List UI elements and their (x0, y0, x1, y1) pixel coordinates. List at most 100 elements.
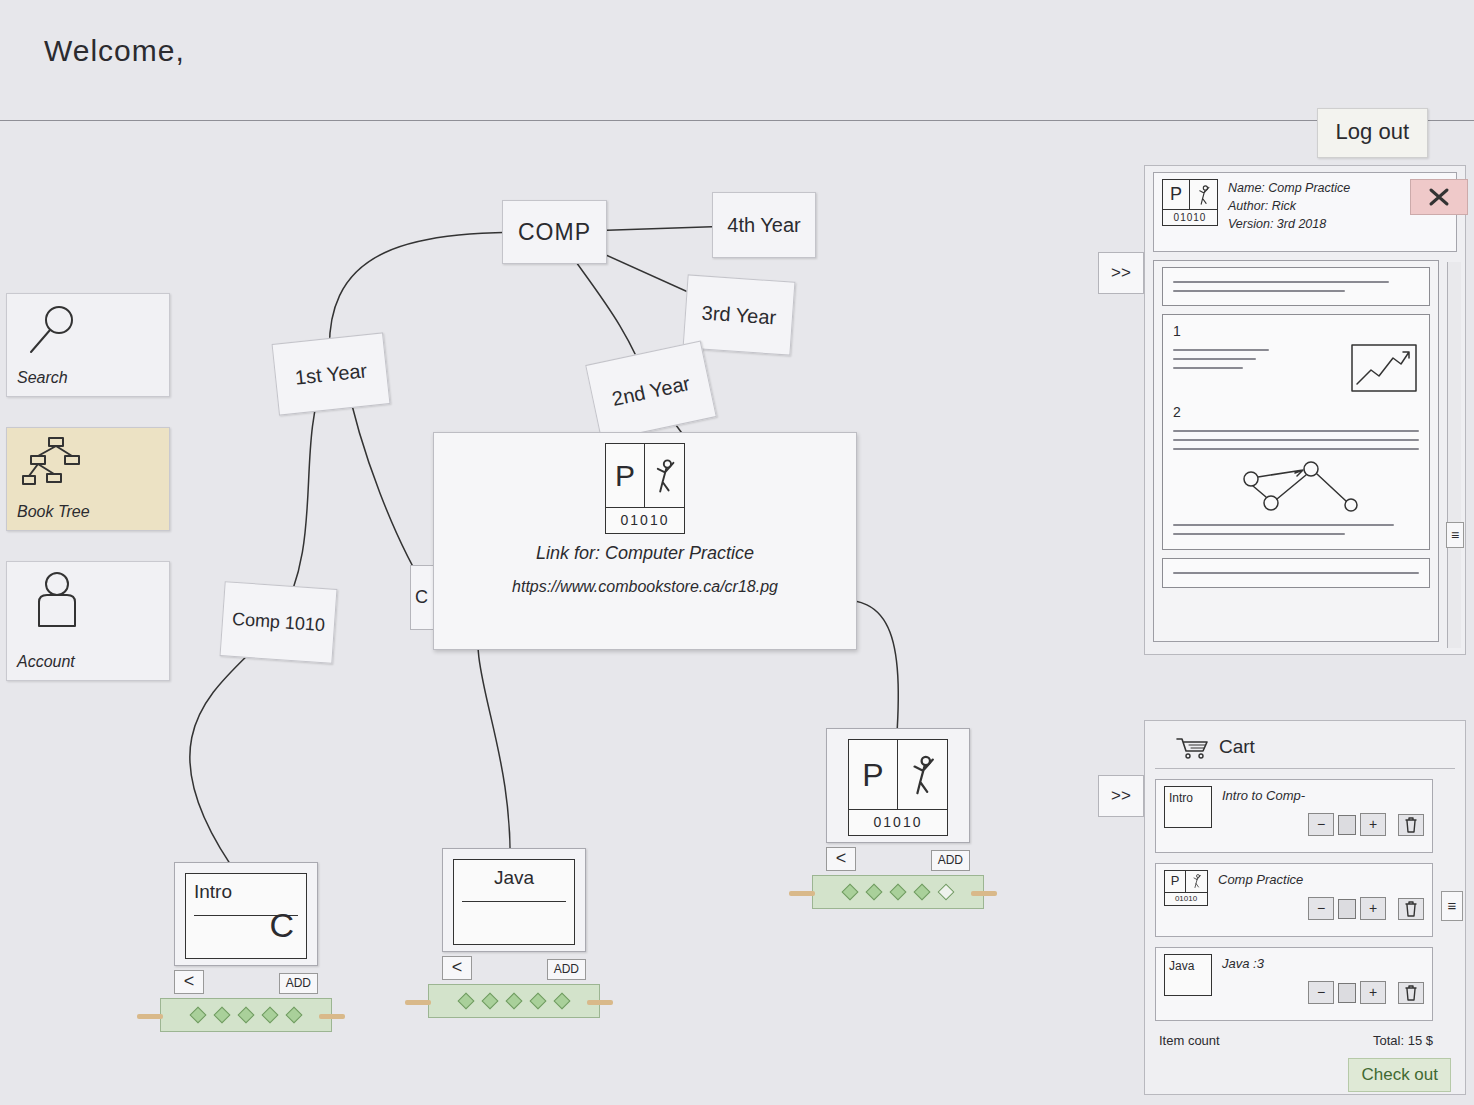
add-button[interactable]: ADD (931, 850, 970, 870)
plus-button[interactable]: + (1360, 981, 1386, 1004)
meta-author: Author: Rick (1228, 197, 1400, 215)
book-detail-panel: P01010Name: Comp PracticeAuthor: RickVer… (1144, 165, 1466, 655)
cart-item-body: Intro to Comp-−+ (1222, 786, 1424, 837)
rating-diamond (890, 883, 907, 900)
book-logo: P01010 (1162, 179, 1218, 226)
minus-button[interactable]: − (1308, 897, 1334, 920)
cart-item: P01010Comp Practice−+ (1155, 863, 1433, 937)
plus-button[interactable]: + (1360, 813, 1386, 836)
rating-diamond (842, 883, 859, 900)
rating-slider[interactable] (428, 984, 600, 1018)
add-button[interactable]: ADD (279, 973, 318, 993)
book-meta: Name: Comp PracticeAuthor: RickVersion: … (1228, 179, 1400, 233)
book-cover[interactable]: P01010 (826, 728, 970, 843)
preview-page: 12 (1162, 314, 1430, 550)
book-cover[interactable]: IntroC (174, 862, 318, 966)
cover-line (462, 901, 566, 909)
tree-node[interactable]: COMP (502, 200, 607, 264)
rating-diamond (530, 992, 547, 1009)
scroll-handle[interactable]: ≡ (1446, 522, 1464, 548)
book-card: IntroC < ADD (160, 862, 332, 1032)
rating-diamond (938, 883, 955, 900)
back-button[interactable]: < (174, 970, 204, 994)
logout-button[interactable]: Log out (1317, 108, 1428, 158)
item-count: Item count (1159, 1031, 1220, 1051)
rating-diamond (214, 1006, 231, 1023)
book-card: Java < ADD (428, 848, 600, 1018)
person-icon (645, 444, 684, 508)
back-button[interactable]: < (826, 847, 856, 871)
tree-node[interactable]: 2nd Year (585, 341, 717, 442)
cart-header: Cart (1155, 729, 1455, 769)
collapse-tab[interactable]: >> (1098, 775, 1144, 817)
book-preview: 12 (1153, 260, 1439, 642)
plus-button[interactable]: + (1360, 897, 1386, 920)
book-logo: P01010 (848, 739, 948, 836)
cart-item-name: Comp Practice (1218, 870, 1424, 890)
tree-node[interactable]: 1st Year (272, 332, 391, 415)
quantity-field[interactable] (1338, 815, 1356, 835)
logo-letter: P (606, 444, 645, 508)
quantity-field[interactable] (1338, 899, 1356, 919)
delete-button[interactable] (1398, 982, 1424, 1004)
rating-slider[interactable] (812, 875, 984, 909)
tree-node[interactable]: Comp 1010 (220, 581, 338, 664)
cart-row: >>CartIntroIntro to Comp-−+P01010Comp Pr… (1098, 655, 1466, 1095)
cart-icon (1175, 735, 1209, 759)
section-number: 1 (1173, 321, 1419, 342)
delete-button[interactable] (1398, 898, 1424, 920)
node-label: 3rd Year (701, 297, 777, 332)
add-button[interactable]: ADD (547, 959, 586, 979)
book-cover[interactable]: Java (442, 848, 586, 952)
book-actions: < ADD (442, 956, 586, 980)
delete-button[interactable] (1398, 814, 1424, 836)
sidebar-item[interactable]: Book Tree (6, 427, 170, 531)
person-icon (1190, 180, 1217, 210)
tree-node[interactable]: 4th Year (712, 192, 816, 258)
minus-button[interactable]: − (1308, 981, 1334, 1004)
sidebar-item[interactable]: Account (6, 561, 170, 681)
popup-url[interactable]: https://www.combookstore.ca/cr18.pg (446, 575, 844, 599)
close-icon (1427, 187, 1451, 207)
node-label: Comp 1010 (231, 606, 326, 639)
cart-item-name: Java :3 (1222, 954, 1424, 974)
section-text (1173, 342, 1333, 376)
text-line (1173, 572, 1419, 574)
cover-frame: IntroC (185, 873, 307, 959)
cart-title: Cart (1219, 733, 1255, 762)
logo-code: 01010 (1163, 210, 1217, 225)
rating-diamond (262, 1006, 279, 1023)
search-icon (17, 300, 159, 360)
section-number: 2 (1173, 402, 1419, 423)
rating-diamond (238, 1006, 255, 1023)
scroll-handle[interactable]: ≡ (1441, 891, 1463, 921)
quantity-field[interactable] (1338, 983, 1356, 1003)
text-line (1173, 524, 1394, 526)
book-tree-canvas: COMP 4th Year 3rd Year 2nd Year 1st Year Comp… (175, 121, 1095, 1105)
node-label: 2nd Year (609, 368, 692, 414)
collapse-tab[interactable]: >> (1098, 252, 1144, 294)
welcome-text: Welcome, (44, 28, 185, 92)
quantity-controls: −+ (1218, 897, 1424, 920)
meta-version: Version: 3rd 2018 (1228, 215, 1400, 233)
cart-item: IntroIntro to Comp-−+ (1155, 779, 1433, 853)
trash-icon (1404, 900, 1418, 918)
page: Welcome, Search Book Tree Account COMP 4th … (0, 0, 1474, 1105)
checkout-row: Check out (1155, 1050, 1455, 1092)
scrollbar[interactable]: ≡ (1447, 262, 1461, 648)
rating-slider[interactable] (160, 998, 332, 1032)
book-actions: < ADD (826, 847, 970, 871)
checkout-button[interactable]: Check out (1348, 1058, 1451, 1092)
back-button[interactable]: < (442, 956, 472, 980)
cover-title: Java (462, 864, 566, 893)
preview-section: 1 (1173, 321, 1419, 394)
logo-code: 01010 (849, 810, 947, 835)
rating-diamond (866, 883, 883, 900)
sidebar-label: Account (17, 650, 159, 674)
close-button[interactable] (1410, 179, 1468, 215)
text-line (1173, 358, 1256, 360)
person-icon (898, 740, 947, 810)
cart-item-body: Comp Practice−+ (1218, 870, 1424, 921)
minus-button[interactable]: − (1308, 813, 1334, 836)
sidebar-item[interactable]: Search (6, 293, 170, 397)
